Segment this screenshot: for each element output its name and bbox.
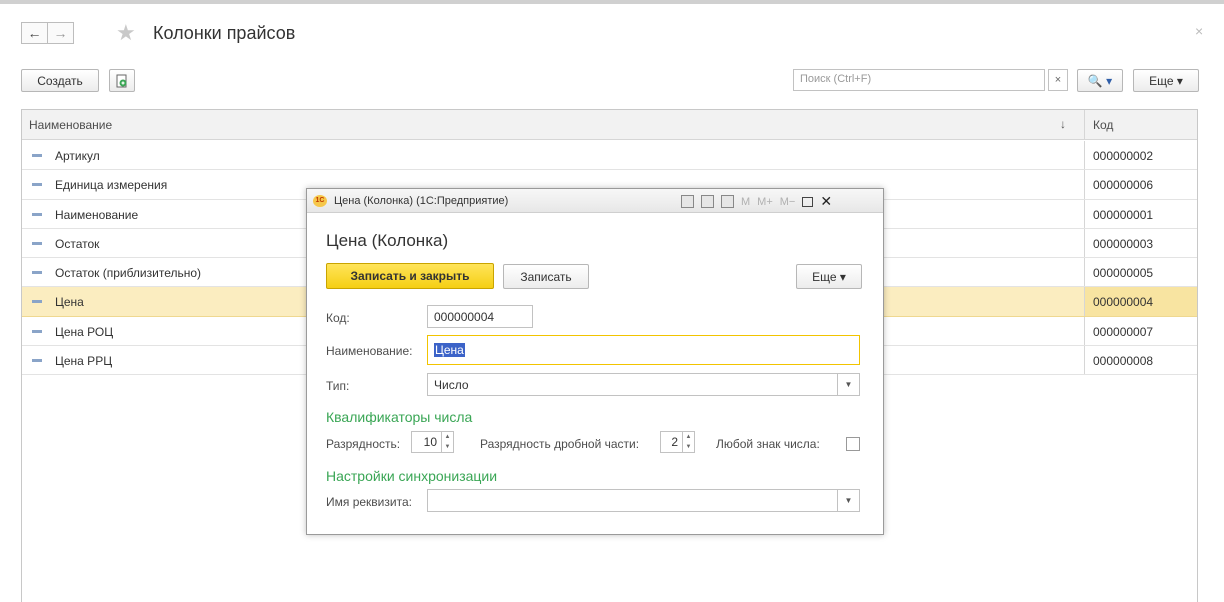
name-label: Наименование: xyxy=(326,344,413,358)
table-header: Наименование ↓ Код xyxy=(22,110,1197,140)
name-field[interactable]: Цена xyxy=(427,335,860,365)
type-select[interactable]: Число ▼ xyxy=(427,373,860,396)
row-name: Наименование xyxy=(55,207,139,222)
dialog-titlebar[interactable]: 1С Цена (Колонка) (1С:Предприятие) M M+ … xyxy=(307,189,883,213)
item-icon xyxy=(32,329,42,333)
type-value: Число xyxy=(434,378,469,392)
chevron-down-icon[interactable]: ▼ xyxy=(837,374,859,395)
digits-value: 10 xyxy=(423,435,437,449)
attr-name-select[interactable]: ▼ xyxy=(427,489,860,512)
type-label: Тип: xyxy=(326,379,350,393)
sort-arrow-icon: ↓ xyxy=(1060,117,1066,131)
forward-button[interactable]: → xyxy=(47,22,74,44)
table-row[interactable]: Артикул 000000002 xyxy=(22,141,1197,171)
create-button[interactable]: Создать xyxy=(21,69,99,92)
search-button[interactable]: 🔍 ▾ xyxy=(1077,69,1123,92)
item-icon xyxy=(32,212,42,216)
column-separator xyxy=(1084,110,1085,140)
1c-logo-icon: 1С xyxy=(313,195,327,207)
code-label: Код: xyxy=(326,311,350,325)
fraction-stepper[interactable]: 2 ▲ ▼ xyxy=(660,431,695,453)
calculator-icon[interactable] xyxy=(701,195,714,208)
maximize-icon[interactable] xyxy=(802,196,814,207)
row-name: Цена РРЦ xyxy=(55,354,113,369)
item-icon xyxy=(32,300,42,304)
save-and-close-button[interactable]: Записать и закрыть xyxy=(326,263,494,289)
top-border xyxy=(0,0,1224,4)
number-qualifiers-heading: Квалификаторы числа xyxy=(326,409,473,425)
digits-label: Разрядность: xyxy=(326,437,401,451)
copy-button[interactable] xyxy=(109,69,135,92)
chevron-down-icon[interactable]: ▼ xyxy=(837,490,859,511)
search-input[interactable]: Поиск (Ctrl+F) xyxy=(793,69,1045,91)
dialog-close-icon[interactable]: ✕ xyxy=(820,193,832,210)
row-name: Цена xyxy=(55,295,84,310)
row-code: 000000003 xyxy=(1084,228,1197,258)
dialog-window-title: Цена (Колонка) (1С:Предприятие) xyxy=(334,195,509,207)
row-name: Артикул xyxy=(55,149,100,163)
digits-stepper[interactable]: 10 ▲ ▼ xyxy=(411,431,454,453)
row-name: Остаток (приблизительно) xyxy=(55,266,202,281)
item-icon xyxy=(32,154,42,157)
dialog-title-icons: M M+ M− ✕ xyxy=(681,193,832,210)
page-title: Колонки прайсов xyxy=(153,23,296,43)
row-code: 000000002 xyxy=(1084,141,1197,170)
row-name: Единица измерения xyxy=(55,178,168,193)
dialog-heading: Цена (Колонка) xyxy=(326,231,449,250)
attr-name-label: Имя реквизита: xyxy=(326,495,412,509)
print-icon[interactable] xyxy=(681,195,694,208)
back-button[interactable]: ← xyxy=(21,22,48,44)
save-button[interactable]: Записать xyxy=(503,264,589,289)
stepper-arrows-icon[interactable]: ▲ ▼ xyxy=(441,432,453,452)
any-sign-label: Любой знак числа: xyxy=(716,437,820,451)
more-button[interactable]: Еще ▾ xyxy=(1133,69,1199,92)
row-code: 000000008 xyxy=(1084,346,1197,375)
row-code: 000000001 xyxy=(1084,199,1197,228)
nav-group: ← → xyxy=(21,22,74,44)
item-icon xyxy=(32,359,42,363)
row-name: Цена РОЦ xyxy=(55,324,114,339)
column-header-code[interactable]: Код xyxy=(1093,118,1113,132)
favorite-star-icon[interactable]: ★ xyxy=(116,21,136,45)
row-code: 000000007 xyxy=(1084,316,1197,346)
name-field-value: Цена xyxy=(434,343,465,357)
sync-settings-heading: Настройки синхронизации xyxy=(326,468,498,484)
memory-add-icon[interactable]: M+ xyxy=(757,196,773,208)
item-icon xyxy=(32,271,42,275)
fraction-label: Разрядность дробной части: xyxy=(480,437,640,451)
any-sign-checkbox[interactable] xyxy=(846,437,860,451)
dialog-more-button[interactable]: Еще ▾ xyxy=(796,264,862,289)
close-icon[interactable]: × xyxy=(1195,23,1203,39)
row-name: Остаток xyxy=(55,236,100,251)
item-icon xyxy=(32,241,42,245)
memory-m-icon[interactable]: M xyxy=(741,196,750,208)
row-code: 000000004 xyxy=(1084,287,1197,316)
row-code: 000000006 xyxy=(1084,170,1197,199)
memory-sub-icon[interactable]: M− xyxy=(780,196,796,208)
search-clear-button[interactable]: × xyxy=(1048,69,1068,91)
stepper-arrows-icon[interactable]: ▲ ▼ xyxy=(682,432,694,452)
fraction-value: 2 xyxy=(671,435,678,449)
row-code: 000000005 xyxy=(1084,258,1197,287)
code-field[interactable]: 000000004 xyxy=(427,305,533,328)
copy-icon xyxy=(116,74,127,87)
calendar-icon[interactable] xyxy=(721,195,734,208)
item-icon xyxy=(32,183,42,187)
column-header-name[interactable]: Наименование xyxy=(29,118,112,132)
edit-dialog: 1С Цена (Колонка) (1С:Предприятие) M M+ … xyxy=(306,188,884,535)
